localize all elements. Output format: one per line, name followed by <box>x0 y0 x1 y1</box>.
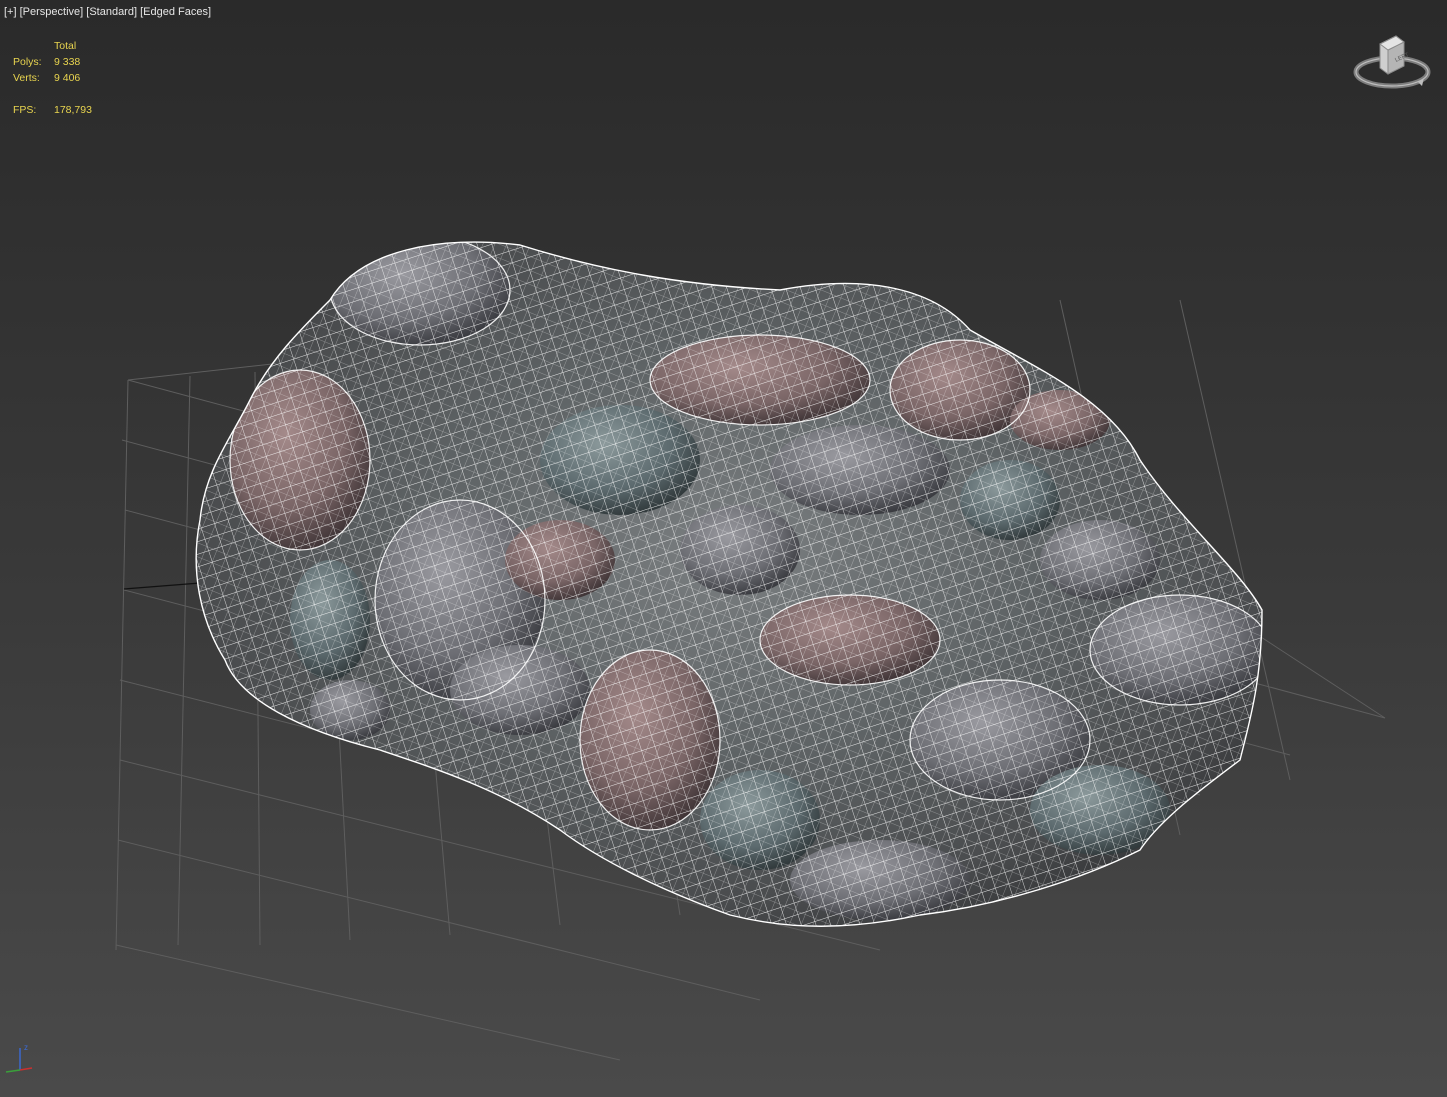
viewcube-icon[interactable]: LEFT <box>1352 30 1432 96</box>
axis-tripod-icon: z <box>2 1040 36 1076</box>
world-x-axis <box>123 582 201 590</box>
scene-canvas[interactable] <box>0 0 1447 1097</box>
view-type-menu[interactable]: [Perspective] <box>20 6 84 18</box>
perspective-viewport[interactable]: [+] [Perspective] [Standard] [Edged Face… <box>0 0 1447 1097</box>
verts-label: Verts: <box>13 72 40 84</box>
viewport-statistics: Total Polys: 9 338 Verts: 9 406 FPS: 178,79… <box>13 38 92 118</box>
display-mode-menu[interactable]: [Edged Faces] <box>140 6 211 18</box>
viewport-label-bar: [+] [Perspective] [Standard] [Edged Face… <box>4 6 211 18</box>
stats-header: Total <box>54 40 77 52</box>
polys-value: 9 338 <box>54 56 81 68</box>
polys-label: Polys: <box>13 56 42 68</box>
viewport-menu-button[interactable]: [+] <box>4 6 17 18</box>
axis-z-label: z <box>24 1043 28 1052</box>
shading-menu[interactable]: [Standard] <box>86 6 137 18</box>
verts-value: 9 406 <box>54 72 81 84</box>
fps-label: FPS: <box>13 104 37 116</box>
fps-value: 178,793 <box>54 104 92 116</box>
